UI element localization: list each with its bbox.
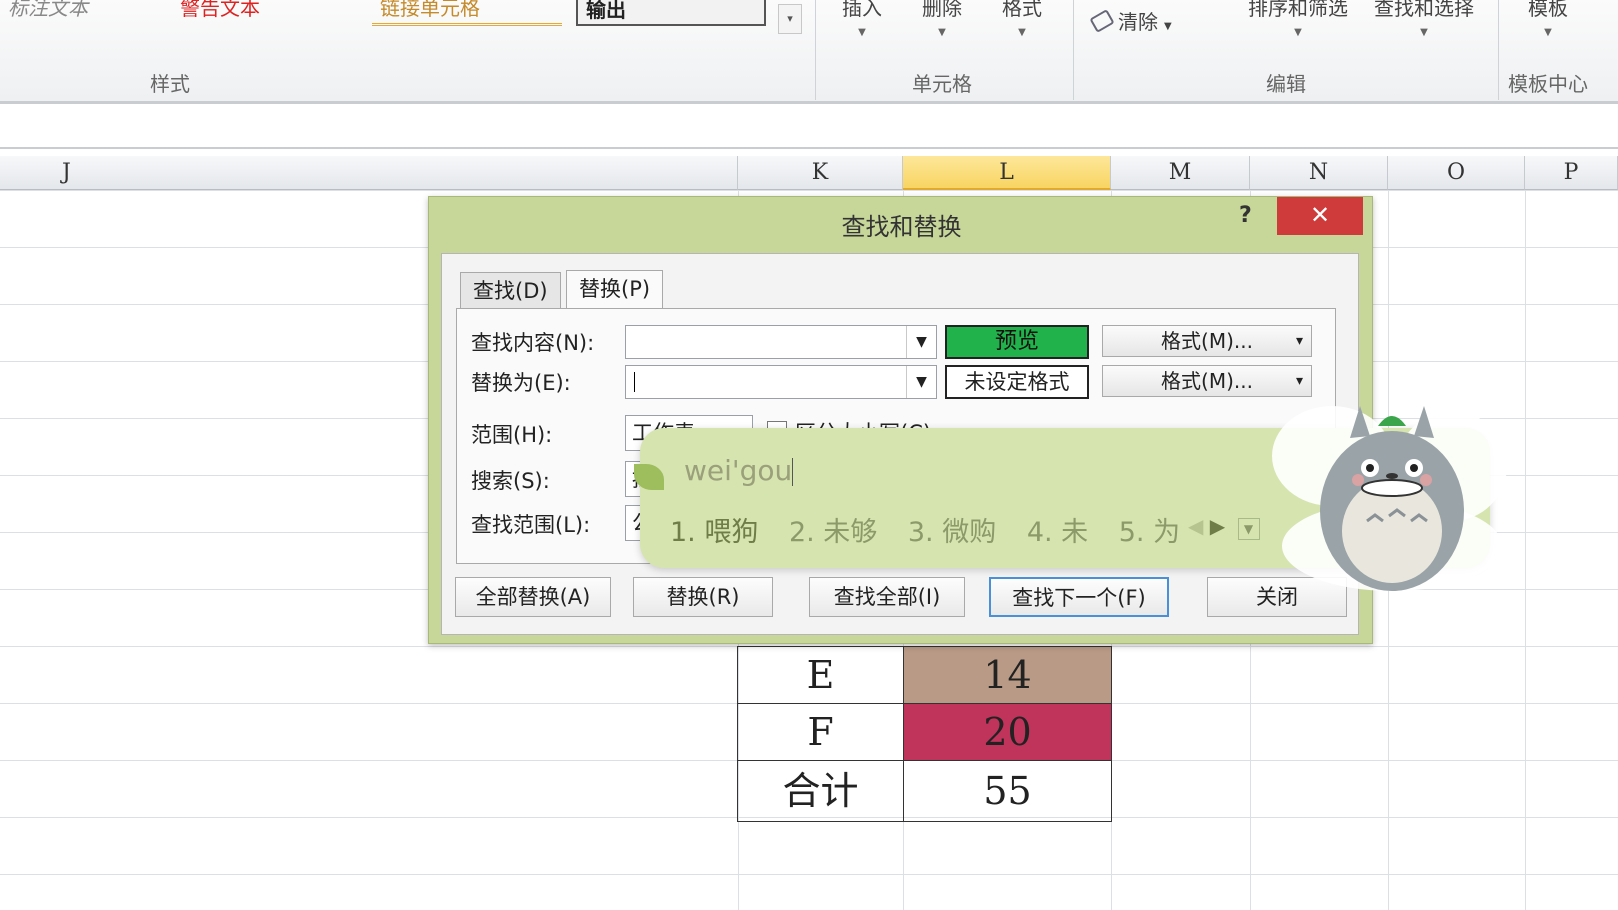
cell-k-total[interactable]: 合计	[737, 760, 904, 822]
ribbon-separator	[1073, 0, 1074, 100]
grid-line	[1525, 190, 1526, 910]
style-warning-text[interactable]: 警告文本	[172, 0, 268, 26]
ime-candidate[interactable]: 5. 为	[1119, 517, 1180, 548]
ime-candidates: 1. 喂狗 2. 未够 3. 微购 4. 未 5. 为	[670, 510, 1202, 549]
find-next-button[interactable]: 查找下一个(F)	[989, 577, 1169, 617]
insert-button[interactable]: 插入 ▼	[842, 0, 882, 38]
replace-all-button[interactable]: 全部替换(A)	[455, 577, 611, 617]
chevron-down-icon: ▾	[1295, 333, 1303, 349]
cell-l-total[interactable]: 55	[903, 760, 1112, 822]
column-header-o[interactable]: O	[1388, 156, 1525, 190]
chevron-right-icon[interactable]: ▶	[1210, 514, 1225, 538]
column-header-l[interactable]: L	[903, 156, 1111, 190]
chevron-down-icon: ▼	[1544, 27, 1552, 38]
find-select-button[interactable]: 查找和选择 ▼	[1374, 0, 1474, 38]
cell-l-f[interactable]: 20	[903, 703, 1112, 761]
sort-filter-label: 排序和筛选	[1248, 0, 1348, 20]
column-header-k[interactable]: K	[738, 156, 903, 190]
clear-button[interactable]: 清除 ▼	[1089, 6, 1172, 35]
tab-find[interactable]: 查找(D)	[460, 272, 561, 308]
ime-composition: wei'gou	[684, 454, 794, 487]
ribbon-separator	[815, 0, 816, 100]
ime-candidate[interactable]: 3. 微购	[908, 517, 996, 548]
style-linked-cell[interactable]: 链接单元格	[372, 0, 562, 26]
ribbon: 标注文本 警告文本 链接单元格 输出 ▾ 样式 插入 ▼ 删除 ▼ 格式 ▼ 单元格 …	[0, 0, 1618, 104]
chevron-down-icon: ▼	[858, 27, 866, 38]
find-format-label: 格式(M)...	[1161, 329, 1253, 353]
replace-button[interactable]: 替换(R)	[633, 577, 773, 617]
template-group-label: 模板中心	[1508, 72, 1588, 96]
cells-group-label: 单元格	[912, 72, 972, 96]
column-header-p[interactable]: P	[1525, 156, 1618, 190]
template-label: 模板	[1528, 0, 1568, 20]
text-caret	[792, 458, 794, 486]
help-icon[interactable]: ?	[1239, 203, 1252, 228]
dialog-title: 查找和替换	[841, 213, 962, 241]
clear-label: 清除	[1118, 10, 1158, 34]
replace-format-label: 格式(M)...	[1161, 369, 1253, 393]
find-select-label: 查找和选择	[1374, 0, 1474, 20]
chevron-left-icon[interactable]: ◀	[1188, 514, 1203, 538]
find-what-label: 查找内容(N):	[471, 331, 595, 355]
find-replace-dialog: 查找和替换 ? ✕ 查找(D) 替换(P) 查找内容(N): ▼ 预览 格式(M…	[428, 196, 1373, 644]
styles-group-label: 样式	[150, 72, 190, 96]
replace-with-label: 替换为(E):	[471, 371, 571, 395]
cell-k-e[interactable]: E	[737, 646, 904, 704]
close-icon[interactable]: ✕	[1277, 197, 1363, 235]
delete-label: 删除	[922, 0, 962, 20]
chevron-down-icon: ▼	[1420, 27, 1428, 38]
text-caret	[634, 372, 635, 392]
chevron-down-icon: ▾	[1295, 373, 1303, 389]
find-all-button[interactable]: 查找全部(I)	[809, 577, 965, 617]
format-label: 格式	[1002, 0, 1042, 20]
column-header-n[interactable]: N	[1250, 156, 1388, 190]
ribbon-separator	[1498, 0, 1499, 100]
cell-k-f[interactable]: F	[737, 703, 904, 761]
ime-candidate[interactable]: 2. 未够	[789, 517, 877, 548]
tab-replace[interactable]: 替换(P)	[566, 270, 664, 308]
search-label: 搜索(S):	[471, 469, 550, 493]
insert-label: 插入	[842, 0, 882, 20]
cell-l-e[interactable]: 14	[903, 646, 1112, 704]
expand-icon[interactable]: ▼	[1237, 518, 1260, 540]
format-button[interactable]: 格式 ▼	[1002, 0, 1042, 38]
styles-more-icon[interactable]: ▾	[778, 4, 802, 34]
editing-group-label: 编辑	[1266, 72, 1306, 96]
find-what-input[interactable]: ▼	[625, 325, 937, 359]
ime-composition-text: wei'gou	[684, 454, 793, 487]
ime-page-nav: ◀ ▶ ▼	[1188, 514, 1260, 540]
sort-filter-button[interactable]: 排序和筛选 ▼	[1248, 0, 1348, 38]
look-in-label: 查找范围(L):	[471, 513, 591, 537]
replace-with-input[interactable]: ▼	[625, 365, 937, 399]
template-button[interactable]: 模板 ▼	[1528, 0, 1568, 38]
formula-bar[interactable]	[0, 107, 1618, 149]
chevron-down-icon: ▼	[1164, 21, 1172, 32]
replace-format-button[interactable]: 格式(M)... ▾	[1102, 365, 1312, 397]
style-explanatory-text[interactable]: 标注文本	[0, 0, 96, 26]
preview-button[interactable]: 预览	[945, 325, 1089, 359]
chevron-down-icon: ▼	[1294, 27, 1302, 38]
no-format-set: 未设定格式	[945, 365, 1089, 399]
ime-candidate[interactable]: 1. 喂狗	[670, 517, 758, 548]
chevron-down-icon[interactable]: ▼	[906, 366, 936, 398]
column-header-j[interactable]: J	[0, 156, 738, 190]
chevron-down-icon: ▼	[1018, 27, 1026, 38]
chevron-down-icon[interactable]: ▼	[906, 326, 936, 358]
column-header-m[interactable]: M	[1111, 156, 1250, 190]
ime-candidate[interactable]: 4. 未	[1027, 517, 1088, 548]
scope-label: 范围(H):	[471, 423, 553, 447]
eraser-icon	[1089, 9, 1115, 33]
style-output[interactable]: 输出	[576, 0, 766, 26]
totoro-mascot-icon	[1272, 406, 1507, 591]
chevron-down-icon: ▼	[938, 27, 946, 38]
find-format-button[interactable]: 格式(M)... ▾	[1102, 325, 1312, 357]
delete-button[interactable]: 删除 ▼	[922, 0, 962, 38]
